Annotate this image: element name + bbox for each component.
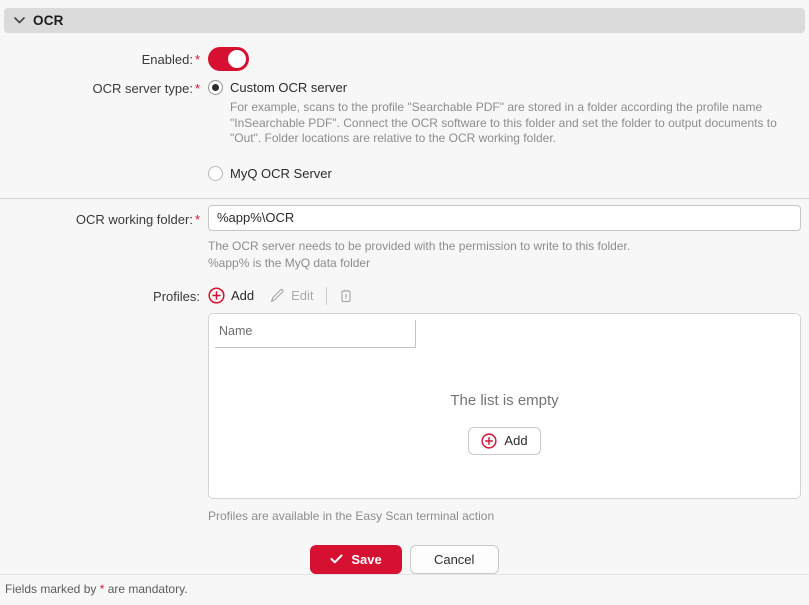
working-folder-label: OCR working folder:*	[0, 205, 200, 272]
edit-profile-button[interactable]: Edit	[270, 288, 313, 303]
working-folder-help: The OCR server needs to be provided with…	[208, 238, 801, 272]
enabled-row: Enabled:*	[0, 47, 809, 71]
cancel-button-label: Cancel	[434, 552, 474, 567]
cancel-button[interactable]: Cancel	[410, 545, 499, 574]
ocr-section-header[interactable]: OCR	[4, 8, 805, 33]
server-type-row: OCR server type:* Custom OCR server For …	[0, 80, 809, 181]
circled-plus-icon	[208, 287, 225, 304]
toggle-knob	[228, 50, 246, 68]
section-divider	[0, 198, 809, 199]
empty-add-button[interactable]: Add	[468, 427, 540, 455]
form-actions: Save Cancel	[0, 545, 809, 574]
profiles-table-header: Name	[209, 314, 800, 349]
delete-profile-button[interactable]	[339, 288, 353, 304]
empty-list-message: The list is empty	[450, 392, 558, 409]
radio-myq-ocr-server[interactable]: MyQ OCR Server	[208, 166, 801, 181]
enabled-label: Enabled:*	[0, 51, 200, 68]
required-asterisk: *	[195, 81, 200, 96]
required-asterisk: *	[195, 212, 200, 227]
mandatory-fields-note: Fields marked by * are mandatory.	[0, 574, 809, 605]
radio-myq-label[interactable]: MyQ OCR Server	[230, 166, 332, 181]
edit-button-label: Edit	[291, 288, 313, 303]
working-folder-help-line1: The OCR server needs to be provided with…	[208, 238, 801, 255]
save-button[interactable]: Save	[310, 545, 401, 574]
required-asterisk: *	[195, 52, 200, 67]
footer-text-suffix: are mandatory.	[104, 582, 187, 596]
chevron-down-icon[interactable]	[14, 17, 25, 24]
add-profile-button[interactable]: Add	[208, 287, 254, 304]
column-header-name[interactable]: Name	[215, 314, 416, 348]
profiles-help-text: Profiles are available in the Easy Scan …	[208, 509, 801, 523]
working-folder-row: OCR working folder:* The OCR server need…	[0, 205, 809, 272]
toolbar-separator	[326, 287, 327, 305]
profiles-table-body: The list is empty Add	[209, 349, 800, 498]
check-icon	[330, 554, 343, 564]
radio-custom-ocr-server[interactable]: Custom OCR server	[208, 80, 801, 95]
section-title: OCR	[33, 13, 64, 28]
radio-custom-label[interactable]: Custom OCR server	[230, 80, 347, 95]
profiles-toolbar: Add Edit	[208, 285, 801, 307]
save-button-label: Save	[351, 552, 381, 567]
pencil-icon	[270, 288, 285, 303]
trash-icon	[339, 288, 353, 304]
empty-add-button-label: Add	[504, 433, 527, 448]
circled-plus-icon	[481, 433, 497, 449]
radio-unselected-icon[interactable]	[208, 166, 223, 181]
profiles-label: Profiles:	[0, 285, 200, 523]
ocr-form: Enabled:* OCR server type:* Custom OCR s…	[0, 47, 809, 574]
server-type-label: OCR server type:*	[0, 80, 200, 181]
custom-server-help-text: For example, scans to the profile "Searc…	[230, 100, 801, 147]
profiles-table: Name The list is empty Add	[208, 313, 801, 499]
radio-selected-icon[interactable]	[208, 80, 223, 95]
profiles-row: Profiles: Add Edit	[0, 285, 809, 523]
working-folder-input[interactable]	[208, 205, 801, 231]
enabled-toggle[interactable]	[208, 47, 249, 71]
working-folder-help-line2: %app% is the MyQ data folder	[208, 255, 801, 272]
add-button-label: Add	[231, 288, 254, 303]
footer-text-prefix: Fields marked by	[5, 582, 100, 596]
